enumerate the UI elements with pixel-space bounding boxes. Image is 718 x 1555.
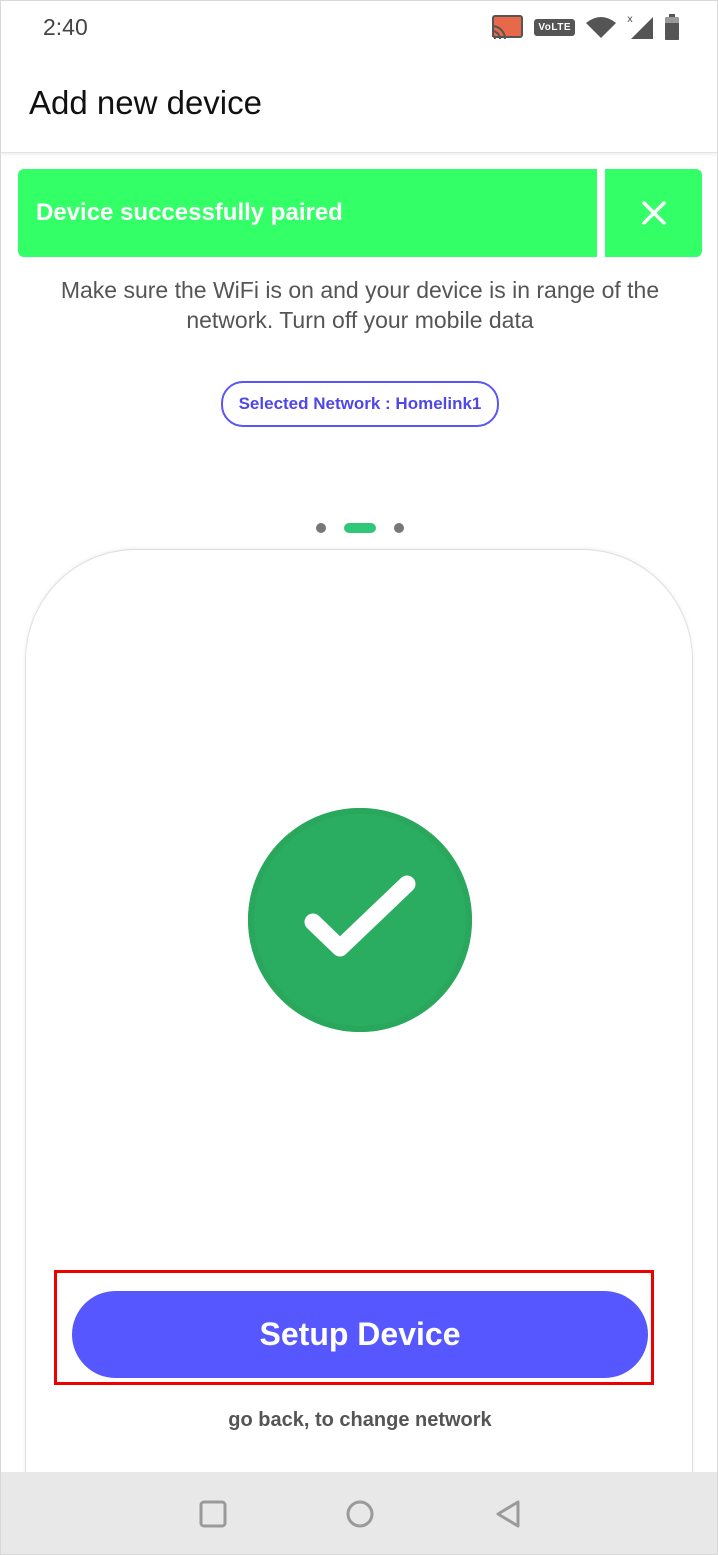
pager-indicator <box>1 521 717 535</box>
app-bar: Add new device <box>1 56 717 153</box>
signal-icon: x <box>627 13 655 41</box>
status-bar: 2:40 VoLTE x <box>1 1 717 56</box>
pager-dot[interactable] <box>394 523 404 533</box>
check-circle-icon <box>248 808 472 1032</box>
page-title: Add new device <box>29 84 262 121</box>
wifi-icon <box>585 15 617 39</box>
svg-text:x: x <box>627 14 633 25</box>
system-nav-bar <box>1 1472 717 1554</box>
status-icons: VoLTE x <box>490 13 679 41</box>
instructions-text: Make sure the WiFi is on and your device… <box>60 277 660 333</box>
screen: 2:40 VoLTE x Add new device Device succe… <box>0 0 718 1555</box>
device-card <box>26 550 692 1550</box>
selected-network-chip[interactable]: Selected Network : Homelink1 <box>221 381 499 427</box>
change-network-link[interactable]: go back, to change network <box>1 1409 717 1432</box>
setup-device-label: Setup Device <box>259 1316 461 1352</box>
success-toast: Device successfully paired <box>18 169 702 257</box>
pager-dot[interactable] <box>316 523 326 533</box>
toast-message: Device successfully paired <box>36 199 343 226</box>
status-time: 2:40 <box>43 14 88 40</box>
volte-icon: VoLTE <box>534 18 575 36</box>
toast-close-button[interactable] <box>605 169 702 257</box>
toast-message-area: Device successfully paired <box>18 169 597 257</box>
recent-apps-icon[interactable] <box>197 1498 229 1530</box>
home-icon[interactable] <box>344 1498 376 1530</box>
close-icon <box>641 201 666 225</box>
cast-icon <box>490 14 524 40</box>
back-icon[interactable] <box>492 1498 524 1530</box>
setup-device-button[interactable]: Setup Device <box>72 1291 648 1378</box>
pager-dot-active[interactable] <box>344 523 376 533</box>
selected-network-label: Selected Network : Homelink1 <box>238 394 482 413</box>
battery-icon <box>665 14 679 40</box>
